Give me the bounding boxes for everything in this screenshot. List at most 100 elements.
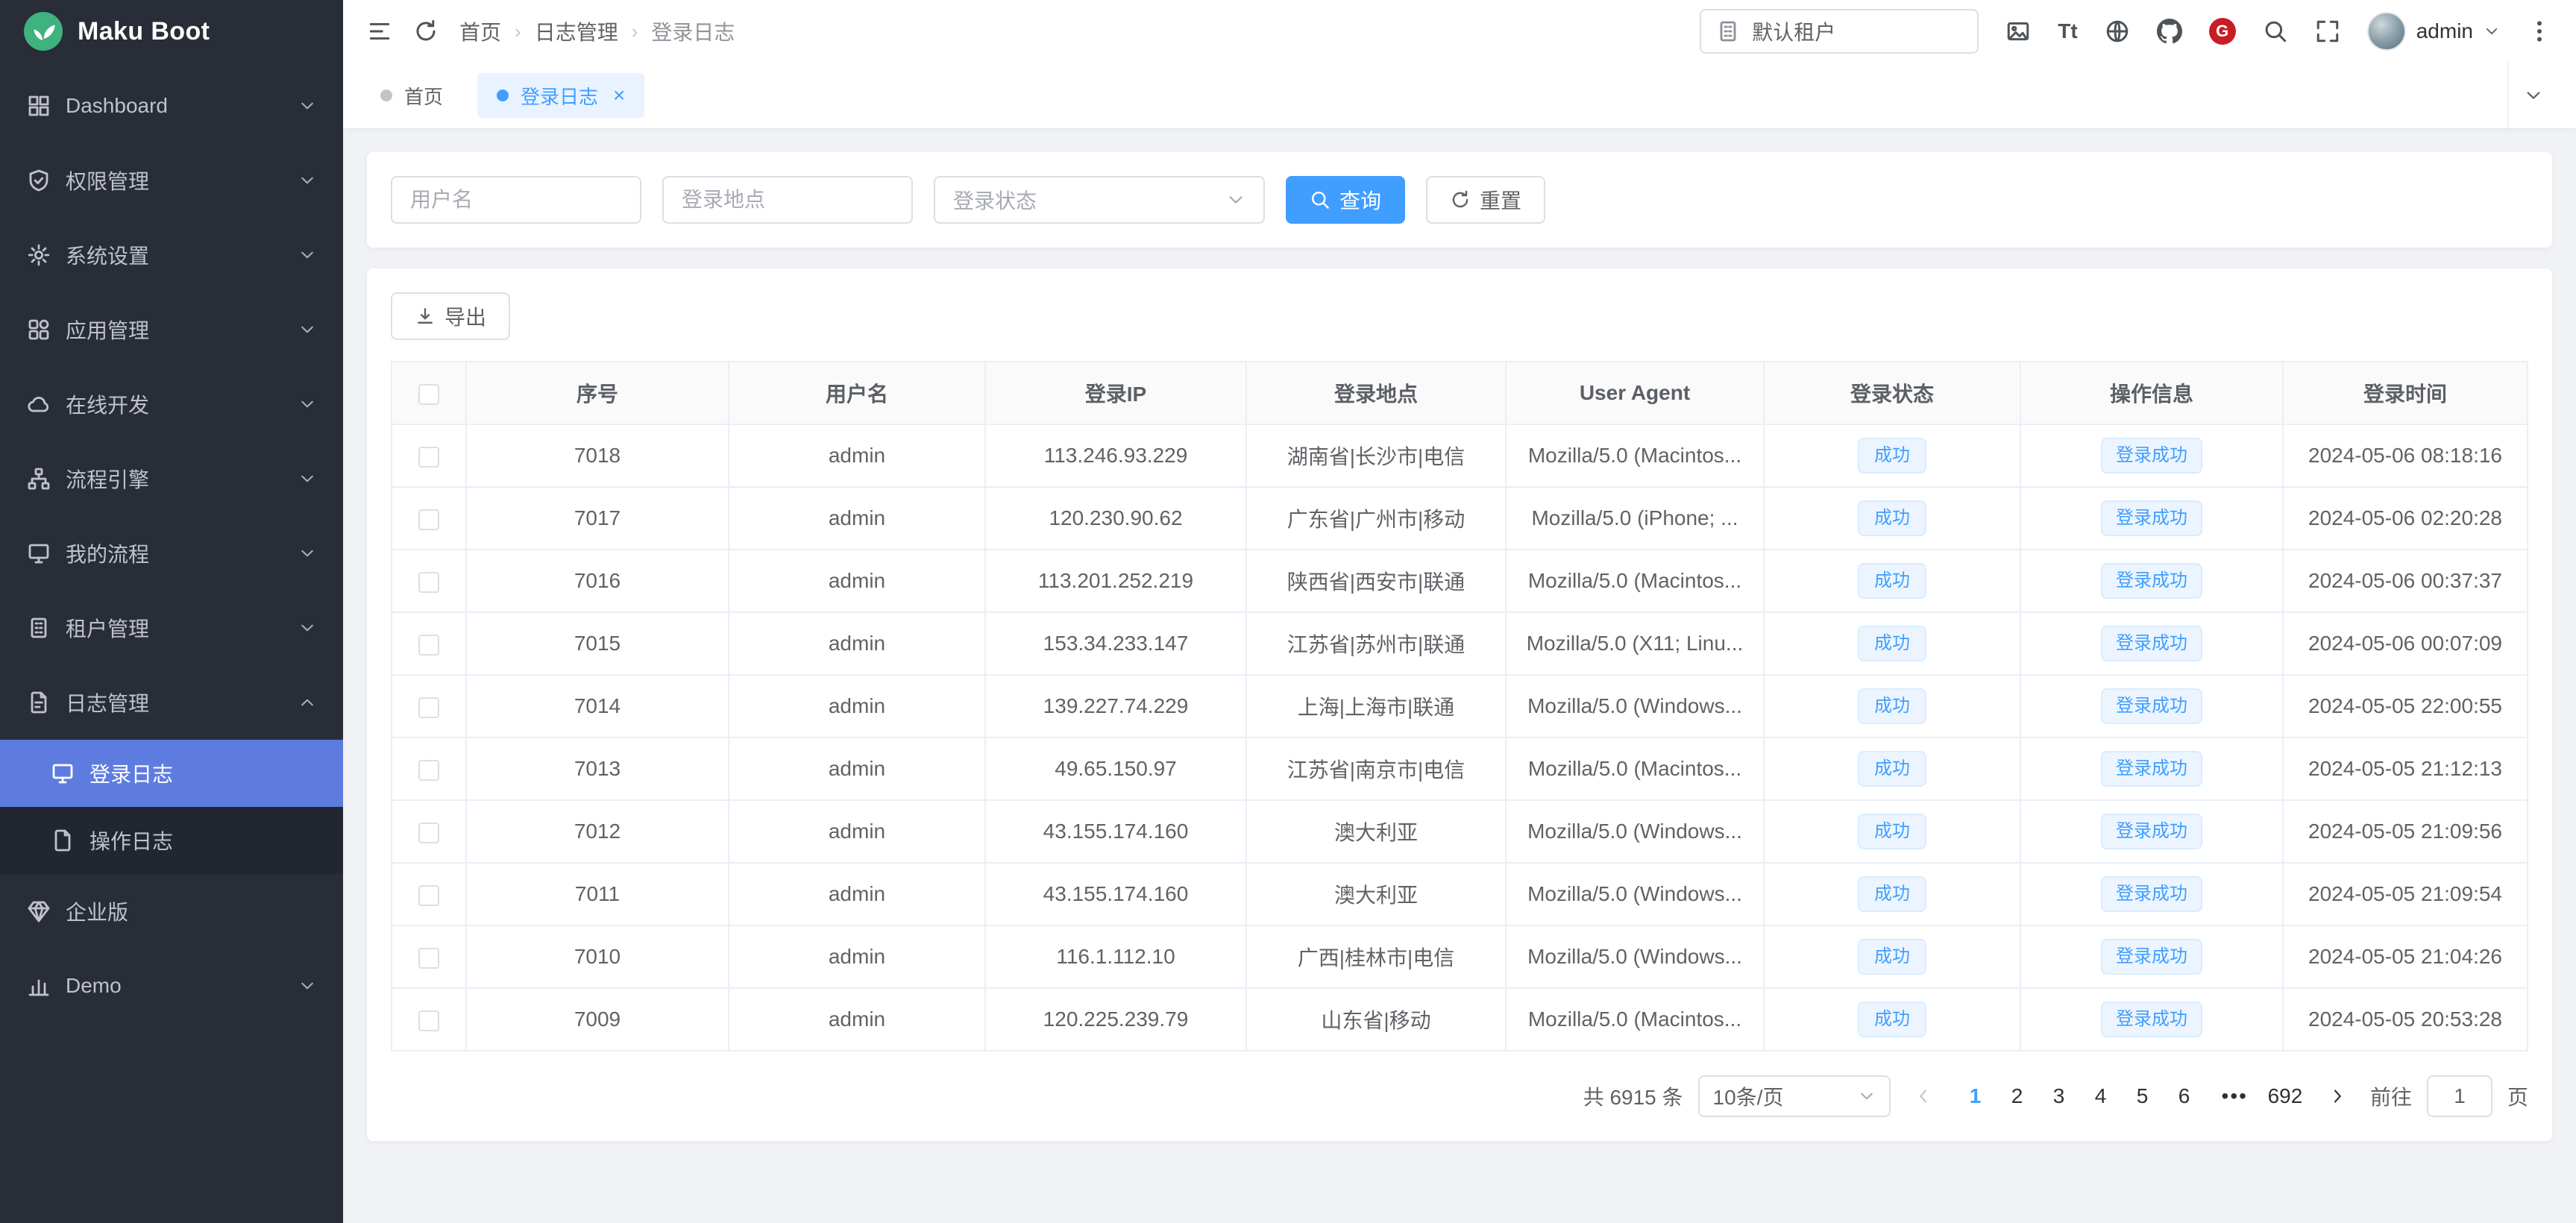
- collapse-sidebar-icon[interactable]: [367, 19, 392, 44]
- sidebar-item-dashboard[interactable]: Dashboard: [0, 69, 343, 143]
- sidebar-item-workflow-engine[interactable]: 流程引擎: [0, 441, 343, 516]
- operation-badge[interactable]: 登录成功: [2101, 814, 2202, 849]
- sidebar-item-app-management[interactable]: 应用管理: [0, 292, 343, 367]
- select-all-cell: [392, 362, 466, 424]
- page-number-button[interactable]: 6: [2165, 1075, 2204, 1117]
- reset-button[interactable]: 重置: [1426, 176, 1545, 224]
- sidebar-item-label: 我的流程: [66, 538, 283, 568]
- cell-id: 7017: [466, 487, 729, 550]
- chevron-down-icon: [298, 172, 316, 189]
- page-size-select[interactable]: 10条/页: [1698, 1075, 1891, 1117]
- row-checkbox[interactable]: [418, 948, 439, 969]
- refresh-page-icon[interactable]: [413, 19, 439, 44]
- row-checkbox[interactable]: [418, 885, 439, 906]
- sidebar-item-log-management[interactable]: 日志管理: [0, 665, 343, 740]
- operation-badge[interactable]: 登录成功: [2101, 563, 2202, 599]
- cell-status: 成功: [1764, 800, 2020, 863]
- tab-home[interactable]: 首页: [361, 73, 462, 118]
- tab-close-icon[interactable]: ×: [613, 85, 625, 106]
- breadcrumb-item[interactable]: 日志管理: [535, 16, 618, 46]
- sidebar-item-system-settings[interactable]: 系统设置: [0, 218, 343, 292]
- page-number-button[interactable]: 2: [1998, 1075, 2037, 1117]
- operation-badge[interactable]: 登录成功: [2101, 438, 2202, 474]
- cell-user-agent: Mozilla/5.0 (Windows...: [1506, 925, 1764, 988]
- row-checkbox[interactable]: [418, 823, 439, 843]
- row-select-cell: [392, 612, 466, 675]
- sidebar-item-enterprise[interactable]: 企业版: [0, 874, 343, 949]
- sidebar-item-my-workflow[interactable]: 我的流程: [0, 516, 343, 591]
- font-size-icon[interactable]: Tt: [2058, 19, 2077, 44]
- operation-badge[interactable]: 登录成功: [2101, 939, 2202, 975]
- leaf-logo-icon: [24, 12, 63, 51]
- table-header-row: 序号用户名登录IP登录地点User Agent登录状态操作信息登录时间: [392, 362, 2528, 424]
- cell-status: 成功: [1764, 988, 2020, 1051]
- tab-login-log[interactable]: 登录日志×: [477, 73, 644, 118]
- operation-badge[interactable]: 登录成功: [2101, 1002, 2202, 1037]
- row-select-cell: [392, 863, 466, 925]
- download-icon: [415, 306, 436, 327]
- page-ellipsis[interactable]: •••: [2219, 1084, 2251, 1108]
- goto-label: 前往: [2370, 1081, 2412, 1111]
- sidebar-item-login-log[interactable]: 登录日志: [0, 740, 343, 807]
- sidebar-item-online-dev[interactable]: 在线开发: [0, 367, 343, 441]
- table-row: 7012admin43.155.174.160澳大利亚Mozilla/5.0 (…: [392, 800, 2528, 863]
- page-number-button[interactable]: 5: [2123, 1075, 2162, 1117]
- app-logo[interactable]: Maku Boot: [0, 0, 343, 63]
- sidebar-item-tenant-management[interactable]: 租户管理: [0, 591, 343, 665]
- chevron-down-icon: [298, 395, 316, 413]
- tab-dot-icon: [380, 89, 392, 101]
- row-checkbox[interactable]: [418, 1010, 439, 1031]
- gitee-icon[interactable]: G: [2209, 18, 2236, 45]
- goto-page-input[interactable]: [2427, 1075, 2492, 1117]
- sidebar-item-operation-log[interactable]: 操作日志: [0, 807, 343, 874]
- cell-status: 成功: [1764, 925, 2020, 988]
- row-checkbox[interactable]: [418, 635, 439, 655]
- row-checkbox[interactable]: [418, 447, 439, 468]
- settings-kebab-icon[interactable]: [2527, 19, 2552, 44]
- operation-badge[interactable]: 登录成功: [2101, 626, 2202, 661]
- table-toolbar: 导出: [391, 292, 2528, 340]
- page-content: 登录状态 查询 重置 导出: [343, 128, 2576, 1223]
- github-icon[interactable]: [2157, 19, 2182, 44]
- language-globe-icon[interactable]: [2105, 19, 2130, 44]
- row-checkbox[interactable]: [418, 760, 439, 781]
- page-number-button[interactable]: 4: [2082, 1075, 2120, 1117]
- sidebar-item-demo[interactable]: Demo: [0, 949, 343, 1023]
- search-button[interactable]: 查询: [1286, 176, 1405, 224]
- page-number-button[interactable]: 1: [1956, 1075, 1995, 1117]
- export-button[interactable]: 导出: [391, 292, 510, 340]
- tenant-building-icon: [1716, 19, 1740, 43]
- row-checkbox[interactable]: [418, 509, 439, 530]
- breadcrumb-item[interactable]: 首页: [459, 16, 501, 46]
- sidebar-item-permissions[interactable]: 权限管理: [0, 143, 343, 218]
- user-menu[interactable]: admin: [2367, 12, 2500, 51]
- search-icon[interactable]: [2263, 19, 2288, 44]
- cell-id: 7015: [466, 612, 729, 675]
- status-badge: 成功: [1858, 500, 1926, 536]
- row-checkbox[interactable]: [418, 572, 439, 593]
- sidebar-submenu: 登录日志操作日志: [0, 740, 343, 874]
- username-input[interactable]: [391, 176, 641, 224]
- operation-badge[interactable]: 登录成功: [2101, 751, 2202, 787]
- operation-badge[interactable]: 登录成功: [2101, 876, 2202, 912]
- location-input[interactable]: [662, 176, 913, 224]
- row-checkbox[interactable]: [418, 697, 439, 718]
- screenshot-icon[interactable]: [2005, 19, 2031, 44]
- cell-status: 成功: [1764, 738, 2020, 800]
- breadcrumb-separator: ›: [515, 20, 521, 43]
- monitor-icon: [51, 761, 75, 785]
- cell-username: admin: [729, 675, 985, 738]
- fullscreen-icon[interactable]: [2315, 19, 2340, 44]
- operation-badge[interactable]: 登录成功: [2101, 688, 2202, 724]
- select-all-checkbox[interactable]: [418, 384, 439, 405]
- status-select[interactable]: 登录状态: [934, 176, 1265, 224]
- tenant-select[interactable]: 默认租户: [1700, 9, 1979, 54]
- user-avatar: [2367, 12, 2406, 51]
- status-badge: 成功: [1858, 688, 1926, 724]
- page-number-button[interactable]: 3: [2040, 1075, 2079, 1117]
- tab-actions-dropdown[interactable]: [2507, 63, 2558, 128]
- last-page-button[interactable]: 692: [2266, 1075, 2305, 1117]
- next-page-button[interactable]: [2319, 1075, 2355, 1117]
- prev-page-button[interactable]: [1906, 1075, 1941, 1117]
- operation-badge[interactable]: 登录成功: [2101, 500, 2202, 536]
